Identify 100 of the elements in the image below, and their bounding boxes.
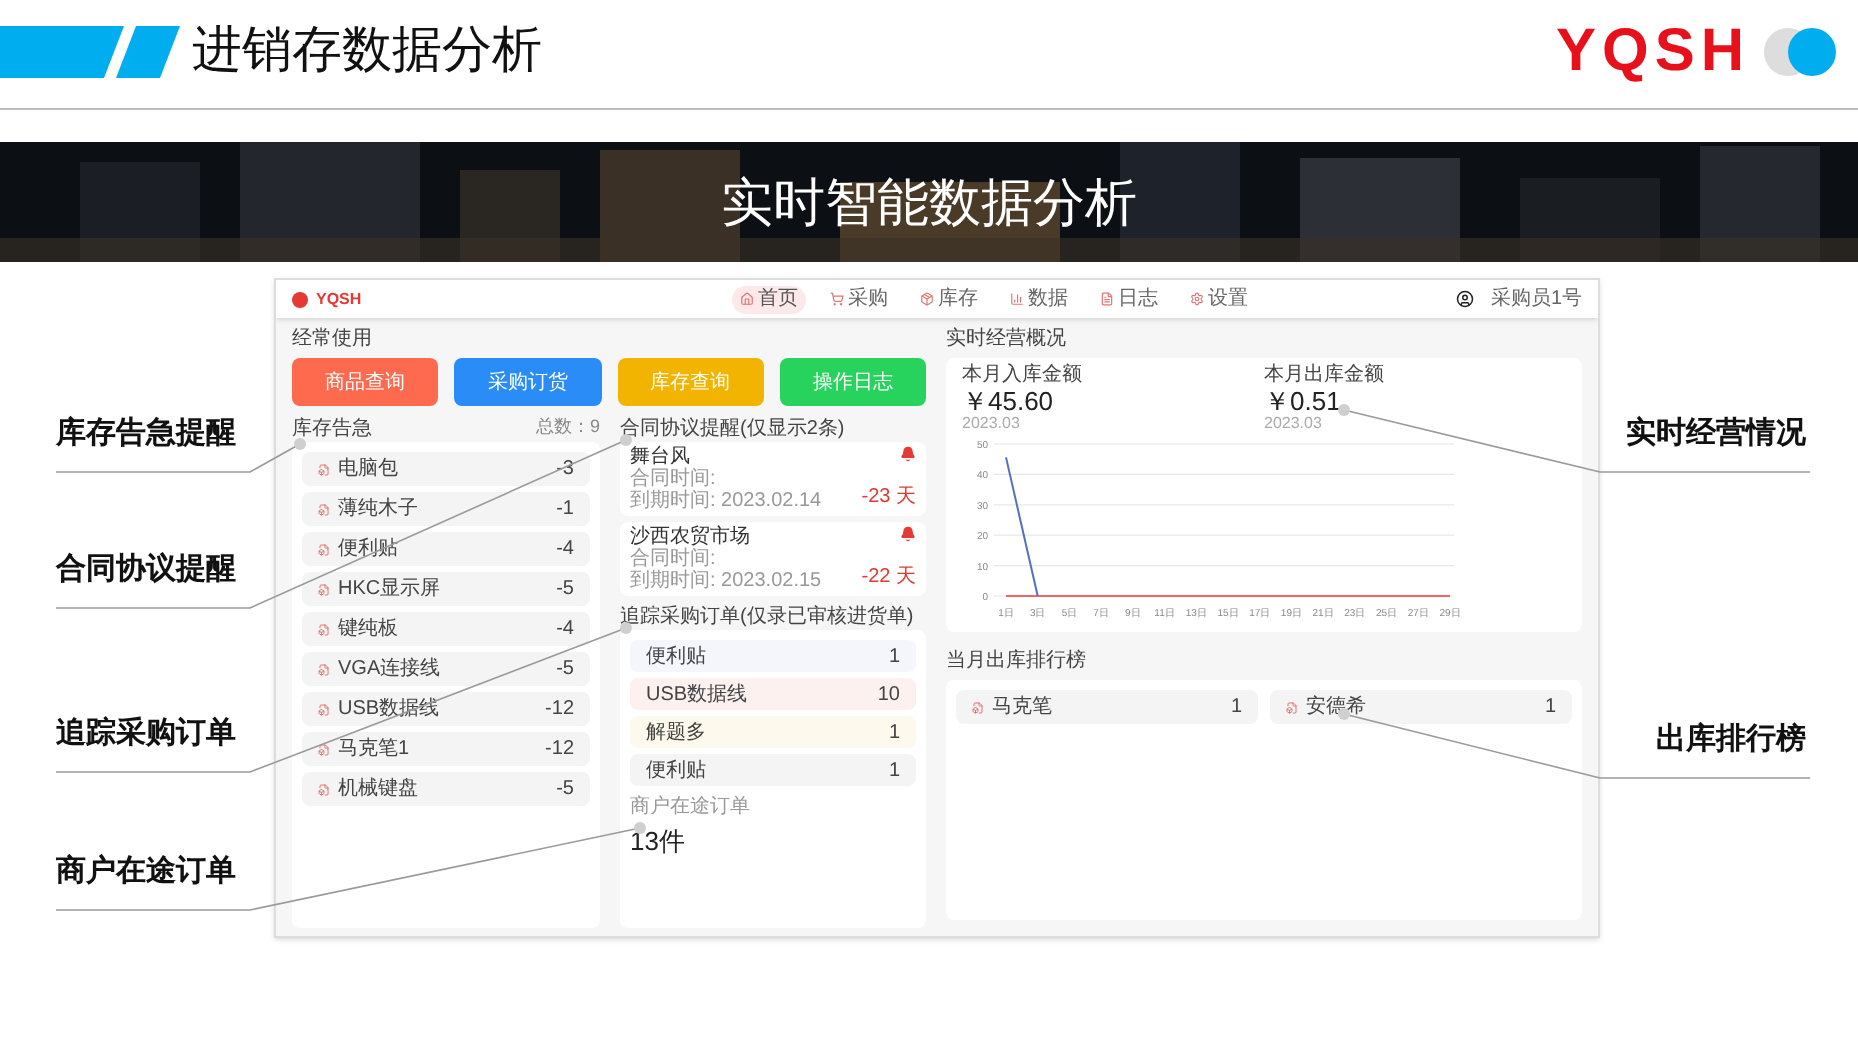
list-item[interactable]: 便利贴 1: [630, 640, 916, 672]
file-icon: [318, 663, 330, 675]
list-item[interactable]: 马克笔1 -12: [302, 732, 590, 766]
callout-label: 库存告急提醒: [56, 418, 236, 450]
callout-label: 合同协议提醒: [56, 554, 236, 586]
item-value: -4: [556, 616, 574, 644]
item-value: -5: [556, 656, 574, 684]
section-title: 当月出库排行榜: [946, 648, 1088, 676]
contract-card[interactable]: 舞台风 合同时间: 到期时间: 2023.02.14 -23 天: [620, 442, 926, 516]
file-icon: [318, 503, 330, 515]
item-name: 马克笔1: [338, 735, 410, 764]
item-value: -5: [556, 576, 574, 604]
file-icon: [318, 783, 330, 795]
file-icon: [1286, 701, 1298, 713]
nav-tab[interactable]: 日志: [1092, 285, 1166, 313]
chart-icon: [1010, 292, 1024, 306]
item-name: 解题多: [646, 719, 706, 747]
contract-name: 舞台风: [630, 446, 692, 468]
section-title: 库存告急: [292, 415, 372, 443]
list-item[interactable]: 机械键盘 -5: [302, 772, 590, 806]
contract-start: 合同时间:: [630, 468, 718, 490]
callout-label: 追踪采购订单: [56, 718, 236, 750]
item-name: USB数据线: [338, 695, 440, 724]
item-name: 电脑包: [338, 455, 398, 484]
item-value: 1: [888, 757, 900, 785]
item-name: 便利贴: [646, 757, 706, 785]
list-item[interactable]: 便利贴 -4: [302, 532, 590, 566]
item-value: 1: [888, 643, 900, 671]
item-value: -5: [556, 776, 574, 804]
settings-icon: [1190, 292, 1204, 306]
item-value: -4: [556, 536, 574, 564]
list-item[interactable]: USB数据线 10: [630, 678, 916, 710]
callout-label: 出库排行榜: [1656, 724, 1806, 756]
stat-label: 本月出库金额: [1264, 366, 1386, 386]
cart-icon: [830, 292, 844, 306]
file-icon: [318, 743, 330, 755]
contract-card[interactable]: 沙西农贸市场 合同时间: 到期时间: 2023.02.15 -22 天: [620, 522, 926, 596]
item-name: 马克笔: [992, 693, 1052, 722]
list-item[interactable]: USB数据线 -12: [302, 692, 590, 726]
callout-label: 实时经营情况: [1626, 418, 1806, 450]
item-value: -12: [545, 696, 574, 724]
item-name: USB数据线: [646, 681, 748, 709]
section-title: 追踪采购订单(仅录已审核进货单): [620, 603, 916, 630]
home-icon: [740, 292, 754, 306]
logo-icon: [292, 291, 308, 307]
item-value: -1: [556, 496, 574, 524]
item-value: 1: [888, 719, 900, 747]
transit-count: 13件: [630, 826, 687, 856]
item-value: 1: [1544, 694, 1556, 722]
contract-end: 到期时间: 2023.02.14: [630, 490, 822, 512]
list-item[interactable]: 便利贴 1: [630, 754, 916, 786]
bell-icon: [900, 446, 916, 462]
callout-label: 商户在途订单: [56, 856, 236, 888]
section-title: 合同协议提醒(仅显示2条): [620, 415, 847, 442]
logo-text: YQSH: [316, 287, 362, 311]
box-icon: [920, 292, 934, 306]
item-name: 键纯板: [338, 615, 398, 644]
section-title: 经常使用: [292, 326, 374, 354]
list-item[interactable]: 马克笔 1: [956, 690, 1258, 724]
toggle-icon: [1762, 26, 1838, 78]
file-icon: [318, 623, 330, 635]
nav-tab[interactable]: 首页: [732, 285, 806, 313]
total-count: 总数：9: [535, 414, 600, 441]
item-value: 1: [1230, 694, 1242, 722]
days-remaining: -22 天: [861, 564, 916, 592]
item-name: 便利贴: [338, 535, 398, 564]
nav-tab[interactable]: 设置: [1182, 285, 1256, 313]
nav-tab[interactable]: 数据: [1002, 285, 1076, 313]
slide-title: 进销存数据分析: [192, 20, 542, 83]
banner-title: 实时智能数据分析: [721, 169, 1137, 235]
stat-date: 2023.03: [1264, 416, 1324, 432]
stripe-icon: [0, 26, 180, 78]
list-item[interactable]: VGA连接线 -5: [302, 652, 590, 686]
document-icon: [1100, 292, 1114, 306]
file-icon: [318, 463, 330, 475]
file-icon: [318, 583, 330, 595]
item-value: -12: [545, 736, 574, 764]
user-name: 采购员1号: [1490, 285, 1582, 314]
item-name: HKC显示屏: [338, 576, 441, 604]
item-name: VGA连接线: [338, 655, 441, 684]
nav-tab[interactable]: 采购: [822, 285, 896, 313]
bell-icon: [900, 526, 916, 542]
file-icon: [972, 701, 984, 713]
list-item[interactable]: 键纯板 -4: [302, 612, 590, 646]
item-name: 便利贴: [646, 643, 706, 671]
stat-value: ￥0.51: [1264, 386, 1343, 416]
contract-name: 沙西农贸市场: [630, 526, 752, 548]
nav-tab[interactable]: 库存: [912, 285, 986, 313]
contract-end: 到期时间: 2023.02.15: [630, 570, 822, 592]
list-item[interactable]: 薄纯木子 -1: [302, 492, 590, 526]
list-item[interactable]: HKC显示屏 -5: [302, 572, 590, 606]
file-icon: [318, 543, 330, 555]
list-item[interactable]: 解题多 1: [630, 716, 916, 748]
item-name: 薄纯木子: [338, 495, 418, 524]
stat-label: 本月入库金额: [962, 366, 1084, 386]
brand-logo: YQSH: [1555, 22, 1750, 82]
section-title: 实时经营概况: [946, 326, 1068, 354]
list-item[interactable]: 电脑包 -3: [302, 452, 590, 486]
contract-start: 合同时间:: [630, 548, 718, 570]
avatar-icon: [1456, 290, 1475, 308]
